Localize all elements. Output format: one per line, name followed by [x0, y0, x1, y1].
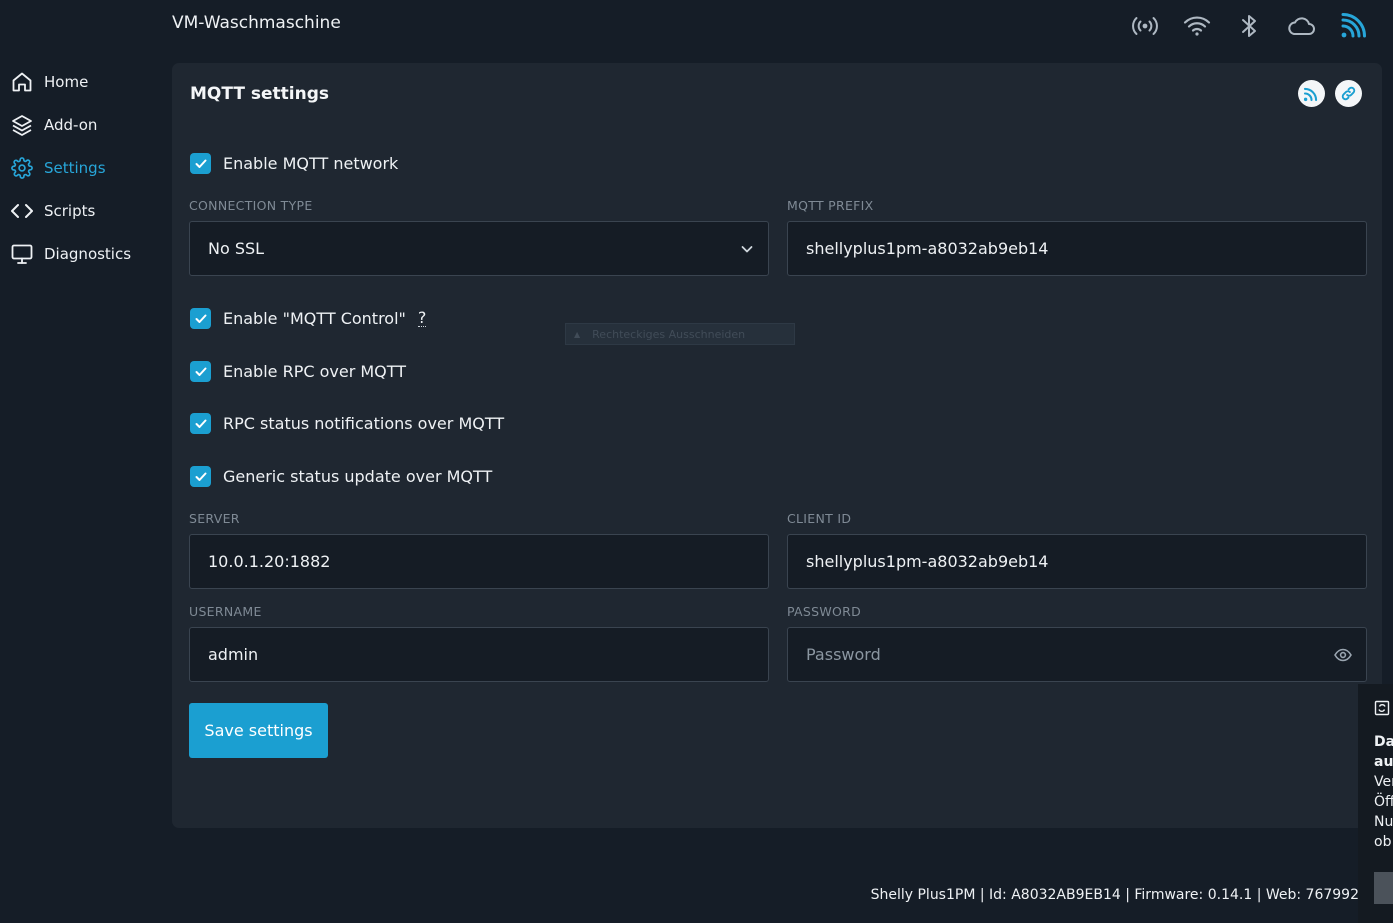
mqtt-control-row[interactable]: Enable "MQTT Control" ?: [190, 308, 427, 329]
password-label: PASSWORD: [787, 604, 862, 619]
toast-body-line-3: Nu: [1374, 814, 1393, 830]
sidebar-item-add-on[interactable]: Add-on: [0, 103, 165, 146]
rpc-over-mqtt-row[interactable]: Enable RPC over MQTT: [190, 361, 406, 382]
client-id-value: shellyplus1pm-a8032ab9eb14: [806, 552, 1049, 571]
username-input[interactable]: admin: [189, 627, 769, 682]
rss-icon[interactable]: [1298, 80, 1325, 107]
client-id-input[interactable]: shellyplus1pm-a8032ab9eb14: [787, 534, 1367, 589]
mqtt-control-checkbox[interactable]: [190, 308, 211, 329]
toast-body-line-1: Ver: [1374, 774, 1393, 790]
sidebar-item-label: Settings: [44, 158, 106, 177]
status-icons: [1129, 10, 1369, 42]
rpc-status-label: RPC status notifications over MQTT: [223, 414, 505, 433]
chevron-down-icon: [740, 241, 754, 260]
capture-tooltip: ▲ Rechteckiges Ausschneiden: [565, 323, 795, 345]
check-icon: [195, 159, 206, 168]
layers-icon: [11, 114, 33, 136]
mqtt-prefix-label: MQTT PREFIX: [787, 198, 874, 213]
server-input[interactable]: 10.0.1.20:1882: [189, 534, 769, 589]
server-value: 10.0.1.20:1882: [208, 552, 331, 571]
capture-tooltip-text: Rechteckiges Ausschneiden: [592, 327, 746, 341]
connection-type-value: No SSL: [208, 239, 265, 258]
username-value: admin: [208, 645, 259, 664]
sidebar: Home Add-on Settings Scripts Diagnostics: [0, 60, 165, 275]
rpc-over-mqtt-label: Enable RPC over MQTT: [223, 362, 407, 381]
username-label: USERNAME: [189, 604, 262, 619]
check-icon: [195, 419, 206, 428]
client-id-label: CLIENT ID: [787, 511, 852, 526]
toast-body-line-2: Öff: [1374, 794, 1393, 810]
rpc-status-row[interactable]: RPC status notifications over MQTT: [190, 413, 504, 434]
enable-mqtt-checkbox[interactable]: [190, 153, 211, 174]
card-actions: [1298, 80, 1362, 107]
sidebar-item-home[interactable]: Home: [0, 60, 165, 103]
link-icon[interactable]: [1335, 80, 1362, 107]
card-title: MQTT settings: [190, 84, 329, 104]
home-icon: [11, 71, 33, 93]
triangle-icon: ▲: [574, 329, 581, 339]
wifi-icon[interactable]: [1181, 10, 1213, 42]
generic-status-label: Generic status update over MQTT: [223, 467, 493, 486]
mqtt-icon[interactable]: [1337, 10, 1369, 42]
check-icon: [195, 367, 206, 376]
enable-mqtt-label: Enable MQTT network: [223, 154, 399, 173]
eye-icon[interactable]: [1334, 647, 1352, 666]
server-label: SERVER: [189, 511, 240, 526]
enable-mqtt-row[interactable]: Enable MQTT network: [190, 153, 398, 174]
mqtt-settings-card: MQTT settings Enable MQTT network CONNEC…: [172, 63, 1382, 828]
device-name: VM-Waschmaschine: [172, 13, 341, 33]
rpc-over-mqtt-checkbox[interactable]: [190, 361, 211, 382]
monitor-icon: [11, 243, 33, 265]
toast-title-line-2: au: [1374, 754, 1393, 770]
sidebar-item-diagnostics[interactable]: Diagnostics: [0, 232, 165, 275]
device-info-footer: Shelly Plus1PM | Id: A8032AB9EB14 | Firm…: [870, 887, 1359, 903]
password-input[interactable]: Password: [787, 627, 1367, 682]
toast-action-button[interactable]: [1374, 872, 1393, 904]
refresh-icon: [1374, 700, 1390, 720]
save-settings-button[interactable]: Save settings: [189, 703, 328, 758]
help-tooltip-trigger[interactable]: ?: [417, 310, 427, 327]
gear-icon: [11, 156, 33, 179]
broadcast-icon[interactable]: [1129, 10, 1161, 42]
check-icon: [195, 472, 206, 481]
toast-title-line-1: Da: [1374, 734, 1393, 750]
connection-type-label: CONNECTION TYPE: [189, 198, 313, 213]
check-icon: [195, 314, 206, 323]
generic-status-checkbox[interactable]: [190, 466, 211, 487]
cloud-icon[interactable]: [1285, 10, 1317, 42]
mqtt-prefix-input[interactable]: shellyplus1pm-a8032ab9eb14: [787, 221, 1367, 276]
toast-body-line-4: ob: [1374, 834, 1392, 850]
notification-toast[interactable]: Da au Ver Öff Nu ob: [1358, 684, 1393, 923]
bluetooth-icon[interactable]: [1233, 10, 1265, 42]
generic-status-row[interactable]: Generic status update over MQTT: [190, 466, 492, 487]
sidebar-item-label: Add-on: [44, 115, 98, 134]
sidebar-item-label: Scripts: [44, 201, 96, 220]
mqtt-prefix-value: shellyplus1pm-a8032ab9eb14: [806, 239, 1049, 258]
mqtt-control-label: Enable "MQTT Control": [223, 309, 406, 328]
sidebar-item-settings[interactable]: Settings: [0, 146, 165, 189]
rpc-status-checkbox[interactable]: [190, 413, 211, 434]
password-placeholder: Password: [806, 645, 881, 664]
sidebar-item-label: Diagnostics: [44, 244, 132, 263]
sidebar-item-label: Home: [44, 72, 89, 91]
code-icon: [11, 200, 33, 222]
connection-type-select[interactable]: No SSL: [189, 221, 769, 276]
sidebar-item-scripts[interactable]: Scripts: [0, 189, 165, 232]
